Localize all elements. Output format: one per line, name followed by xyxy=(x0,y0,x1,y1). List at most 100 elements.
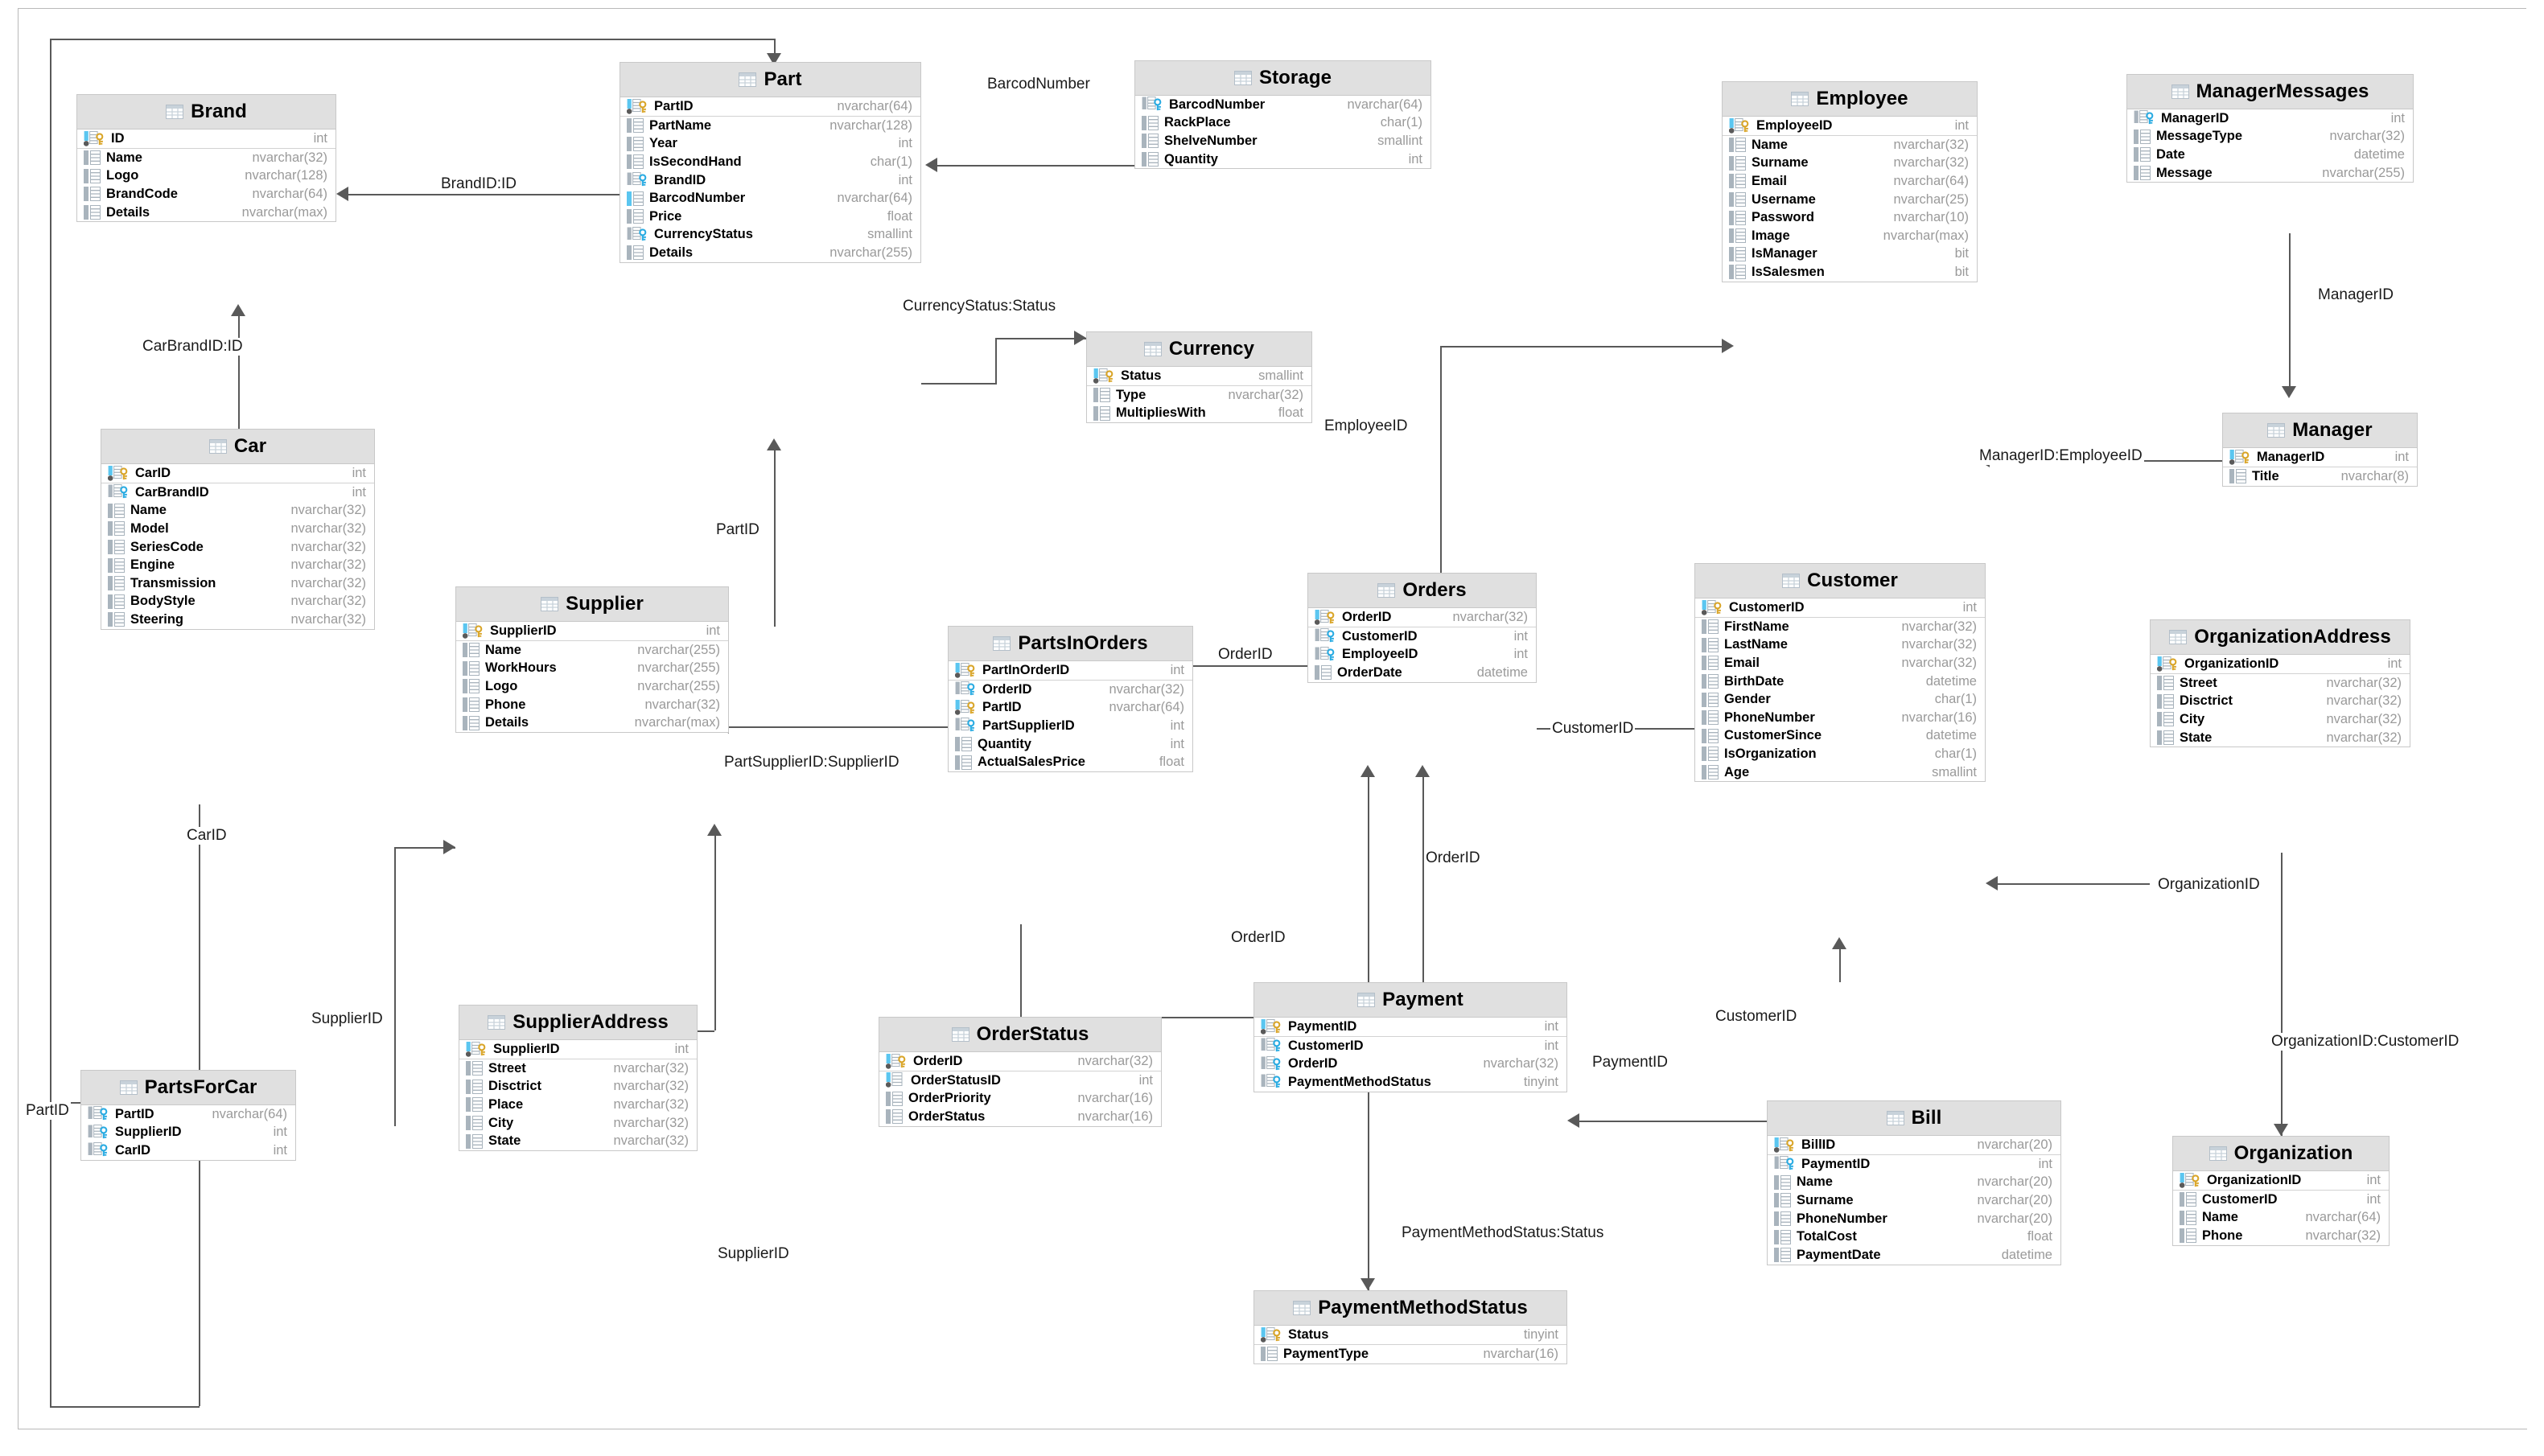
table-column-row[interactable]: State nvarchar(32) xyxy=(459,1132,697,1150)
table-column-row[interactable]: IsOrganization char(1) xyxy=(1695,745,1985,763)
table-column-row[interactable]: MultipliesWith float xyxy=(1087,405,1311,423)
table-column-row[interactable]: CustomerID int xyxy=(1695,598,1985,618)
table-column-row[interactable]: MessageType nvarchar(32) xyxy=(2127,128,2413,146)
table-column-row[interactable]: Name nvarchar(32) xyxy=(101,502,374,520)
table-column-row[interactable]: Date datetime xyxy=(2127,146,2413,164)
table-column-row[interactable]: Disctrict nvarchar(32) xyxy=(459,1078,697,1096)
table-column-row[interactable]: RackPlace char(1) xyxy=(1135,114,1430,133)
table-column-row[interactable]: PaymentID int xyxy=(1254,1018,1566,1037)
table-column-row[interactable]: BodyStyle nvarchar(32) xyxy=(101,593,374,611)
table-column-row[interactable]: CarID int xyxy=(101,464,374,483)
entity-table-payment[interactable]: Payment PaymentID int CustomerID int OrderID n… xyxy=(1253,982,1567,1092)
table-column-row[interactable]: CurrencyStatus smallint xyxy=(620,226,920,245)
table-column-row[interactable]: Engine nvarchar(32) xyxy=(101,556,374,574)
table-column-row[interactable]: OrderID nvarchar(32) xyxy=(949,681,1192,699)
entity-table-partsforcar[interactable]: PartsForCar PartID nvarchar(64) SupplierID i… xyxy=(80,1070,296,1161)
table-column-row[interactable]: FirstName nvarchar(32) xyxy=(1695,618,1985,636)
table-column-row[interactable]: Email nvarchar(64) xyxy=(1723,172,1977,191)
table-column-row[interactable]: WorkHours nvarchar(255) xyxy=(456,660,728,678)
entity-table-manager[interactable]: Manager ManagerID int Title nvarchar(8) xyxy=(2222,413,2418,487)
table-column-row[interactable]: IsSecondHand char(1) xyxy=(620,153,920,171)
table-column-row[interactable]: OrderStatus nvarchar(16) xyxy=(879,1108,1161,1126)
entity-table-organizationaddress[interactable]: OrganizationAddress OrganizationID int Stre… xyxy=(2150,619,2410,748)
table-column-row[interactable]: OrderID nvarchar(32) xyxy=(1308,608,1536,627)
table-column-row[interactable]: Type nvarchar(32) xyxy=(1087,386,1311,405)
table-column-row[interactable]: City nvarchar(32) xyxy=(2151,710,2410,729)
table-column-row[interactable]: Year int xyxy=(620,135,920,154)
table-column-row[interactable]: Name nvarchar(32) xyxy=(77,149,335,167)
table-column-row[interactable]: Message nvarchar(255) xyxy=(2127,164,2413,183)
table-column-row[interactable]: BirthDate datetime xyxy=(1695,672,1985,691)
table-column-row[interactable]: Name nvarchar(255) xyxy=(456,641,728,660)
table-column-row[interactable]: PartName nvarchar(128) xyxy=(620,117,920,135)
table-column-row[interactable]: Name nvarchar(20) xyxy=(1768,1174,2060,1192)
table-column-row[interactable]: State nvarchar(32) xyxy=(2151,729,2410,747)
table-column-row[interactable]: ManagerID int xyxy=(2223,448,2417,467)
table-column-row[interactable]: SupplierID int xyxy=(459,1040,697,1059)
table-column-row[interactable]: OrderDate datetime xyxy=(1308,664,1536,682)
table-column-row[interactable]: EmployeeID int xyxy=(1723,117,1977,136)
table-column-row[interactable]: Image nvarchar(max) xyxy=(1723,227,1977,245)
table-column-row[interactable]: IsSalesmen bit xyxy=(1723,263,1977,282)
entity-table-customer[interactable]: Customer CustomerID int FirstName nvarchar(3… xyxy=(1694,563,1986,783)
table-column-row[interactable]: Status smallint xyxy=(1087,367,1311,386)
table-column-row[interactable]: BrandCode nvarchar(64) xyxy=(77,185,335,204)
table-column-row[interactable]: Gender char(1) xyxy=(1695,690,1985,709)
table-column-row[interactable]: ID int xyxy=(77,130,335,149)
table-column-row[interactable]: PaymentDate datetime xyxy=(1768,1246,2060,1265)
table-column-row[interactable]: Details nvarchar(255) xyxy=(620,244,920,262)
table-column-row[interactable]: SeriesCode nvarchar(32) xyxy=(101,538,374,557)
table-column-row[interactable]: City nvarchar(32) xyxy=(459,1114,697,1133)
table-column-row[interactable]: CustomerSince datetime xyxy=(1695,727,1985,746)
entity-table-organization[interactable]: Organization OrganizationID int CustomerID i… xyxy=(2172,1136,2390,1246)
table-column-row[interactable]: Quantity int xyxy=(1135,150,1430,169)
entity-table-paymentmethodstatus[interactable]: PaymentMethodStatus Status tinyint PaymentT… xyxy=(1253,1290,1567,1364)
table-column-row[interactable]: OrderID nvarchar(32) xyxy=(879,1052,1161,1071)
table-column-row[interactable]: PartInOrderID int xyxy=(949,661,1192,681)
entity-table-car[interactable]: Car CarID int CarBrandID int Name nvarchar(32)… xyxy=(101,429,375,630)
table-column-row[interactable]: Phone nvarchar(32) xyxy=(2173,1227,2389,1245)
table-column-row[interactable]: IsManager bit xyxy=(1723,245,1977,264)
table-column-row[interactable]: OrderStatusID int xyxy=(879,1071,1161,1090)
entity-table-brand[interactable]: Brand ID int Name nvarchar(32) Logo nvarchar(1… xyxy=(76,94,336,223)
table-column-row[interactable]: LastName nvarchar(32) xyxy=(1695,636,1985,655)
table-column-row[interactable]: Phone nvarchar(32) xyxy=(456,696,728,714)
table-column-row[interactable]: Logo nvarchar(255) xyxy=(456,677,728,696)
entity-table-orders[interactable]: Orders OrderID nvarchar(32) CustomerID int Em… xyxy=(1307,573,1537,683)
table-column-row[interactable]: Street nvarchar(32) xyxy=(459,1059,697,1078)
table-column-row[interactable]: Quantity int xyxy=(949,735,1192,754)
entity-table-currency[interactable]: Currency Status smallint Type nvarchar(32) Mu… xyxy=(1086,331,1312,424)
table-column-row[interactable]: Details nvarchar(max) xyxy=(456,714,728,732)
table-column-row[interactable]: PhoneNumber nvarchar(20) xyxy=(1768,1210,2060,1228)
table-column-row[interactable]: Place nvarchar(32) xyxy=(459,1096,697,1114)
table-column-row[interactable]: ActualSalesPrice float xyxy=(949,753,1192,771)
table-column-row[interactable]: Status tinyint xyxy=(1254,1326,1566,1345)
table-column-row[interactable]: ManagerID int xyxy=(2127,109,2413,128)
table-column-row[interactable]: Surname nvarchar(20) xyxy=(1768,1191,2060,1210)
table-column-row[interactable]: Steering nvarchar(32) xyxy=(101,611,374,629)
table-column-row[interactable]: PartID nvarchar(64) xyxy=(949,699,1192,718)
table-column-row[interactable]: SupplierID int xyxy=(456,622,728,641)
table-column-row[interactable]: ShelveNumber smallint xyxy=(1135,132,1430,150)
entity-table-supplieraddress[interactable]: SupplierAddress SupplierID int Street nvarch… xyxy=(459,1005,698,1151)
table-column-row[interactable]: Email nvarchar(32) xyxy=(1695,654,1985,672)
table-column-row[interactable]: BarcodNumber nvarchar(64) xyxy=(620,189,920,208)
table-column-row[interactable]: SupplierID int xyxy=(81,1124,295,1142)
table-column-row[interactable]: Price float xyxy=(620,208,920,226)
table-column-row[interactable]: BrandID int xyxy=(620,171,920,190)
table-column-row[interactable]: CustomerID int xyxy=(2173,1191,2389,1209)
table-column-row[interactable]: CarBrandID int xyxy=(101,483,374,502)
table-column-row[interactable]: PaymentID int xyxy=(1768,1155,2060,1174)
table-column-row[interactable]: OrderID nvarchar(32) xyxy=(1254,1055,1566,1074)
table-column-row[interactable]: Disctrict nvarchar(32) xyxy=(2151,693,2410,711)
table-column-row[interactable]: OrganizationID int xyxy=(2173,1171,2389,1191)
table-column-row[interactable]: Username nvarchar(25) xyxy=(1723,191,1977,209)
table-column-row[interactable]: PhoneNumber nvarchar(16) xyxy=(1695,709,1985,727)
table-column-row[interactable]: Model nvarchar(32) xyxy=(101,520,374,538)
entity-table-employee[interactable]: Employee EmployeeID int Name nvarchar(32) Sur… xyxy=(1722,81,1978,282)
table-column-row[interactable]: EmployeeID int xyxy=(1308,646,1536,664)
entity-table-orderstatus[interactable]: OrderStatus OrderID nvarchar(32) OrderStatu… xyxy=(879,1017,1162,1127)
entity-table-storage[interactable]: Storage BarcodNumber nvarchar(64) RackPlace… xyxy=(1134,60,1431,170)
table-column-row[interactable]: Street nvarchar(32) xyxy=(2151,674,2410,693)
table-column-row[interactable]: BarcodNumber nvarchar(64) xyxy=(1135,96,1430,114)
